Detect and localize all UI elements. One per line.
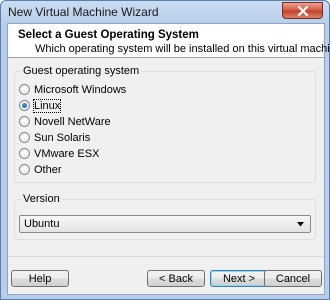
radio-label: Novell NetWare bbox=[34, 115, 111, 128]
wizard-body: Select a Guest Operating System Which op… bbox=[7, 23, 329, 295]
page-title: Select a Guest Operating System bbox=[18, 29, 199, 41]
close-icon bbox=[297, 6, 309, 16]
page-subtitle: Which operating system will be installed… bbox=[35, 43, 330, 55]
guest-os-label: Guest operating system bbox=[21, 65, 142, 77]
radio-label: VMware ESX bbox=[34, 147, 100, 160]
radio-button[interactable] bbox=[19, 148, 30, 159]
button-bar: Help < Back Next > Cancel bbox=[8, 256, 324, 295]
guest-os-group: Guest operating system Microsoft Windows… bbox=[14, 65, 316, 183]
version-group: Version Ubuntu bbox=[14, 193, 316, 240]
radio-other[interactable]: Other bbox=[19, 163, 62, 176]
radio-vmware-esx[interactable]: VMware ESX bbox=[19, 147, 99, 160]
back-button[interactable]: < Back bbox=[147, 270, 205, 287]
radio-label: Other bbox=[34, 163, 62, 176]
window-title: New Virtual Machine Wizard bbox=[8, 5, 159, 19]
title-bar: New Virtual Machine Wizard bbox=[1, 1, 329, 23]
radio-button[interactable] bbox=[19, 132, 30, 143]
wizard-header: Select a Guest Operating System Which op… bbox=[8, 24, 329, 58]
wizard-window: New Virtual Machine Wizard Select a Gues… bbox=[0, 0, 330, 300]
version-value: Ubuntu bbox=[24, 218, 60, 230]
radio-button[interactable] bbox=[19, 116, 30, 127]
help-button[interactable]: Help bbox=[11, 270, 69, 287]
next-button[interactable]: Next > bbox=[210, 270, 268, 287]
radio-novell-netware[interactable]: Novell NetWare bbox=[19, 115, 111, 128]
cancel-button[interactable]: Cancel bbox=[264, 270, 322, 287]
radio-button-selected[interactable] bbox=[19, 100, 30, 111]
radio-label: Linux bbox=[32, 98, 62, 113]
version-label: Version bbox=[21, 193, 62, 205]
radio-button[interactable] bbox=[19, 84, 30, 95]
version-select[interactable]: Ubuntu bbox=[19, 215, 311, 233]
radio-label: Microsoft Windows bbox=[34, 83, 127, 96]
radio-button[interactable] bbox=[19, 164, 30, 175]
close-button[interactable] bbox=[282, 2, 323, 19]
chevron-down-icon bbox=[297, 222, 304, 227]
radio-linux[interactable]: Linux bbox=[19, 98, 62, 113]
radio-sun-solaris[interactable]: Sun Solaris bbox=[19, 131, 90, 144]
radio-microsoft-windows[interactable]: Microsoft Windows bbox=[19, 83, 126, 96]
radio-label: Sun Solaris bbox=[34, 131, 91, 144]
